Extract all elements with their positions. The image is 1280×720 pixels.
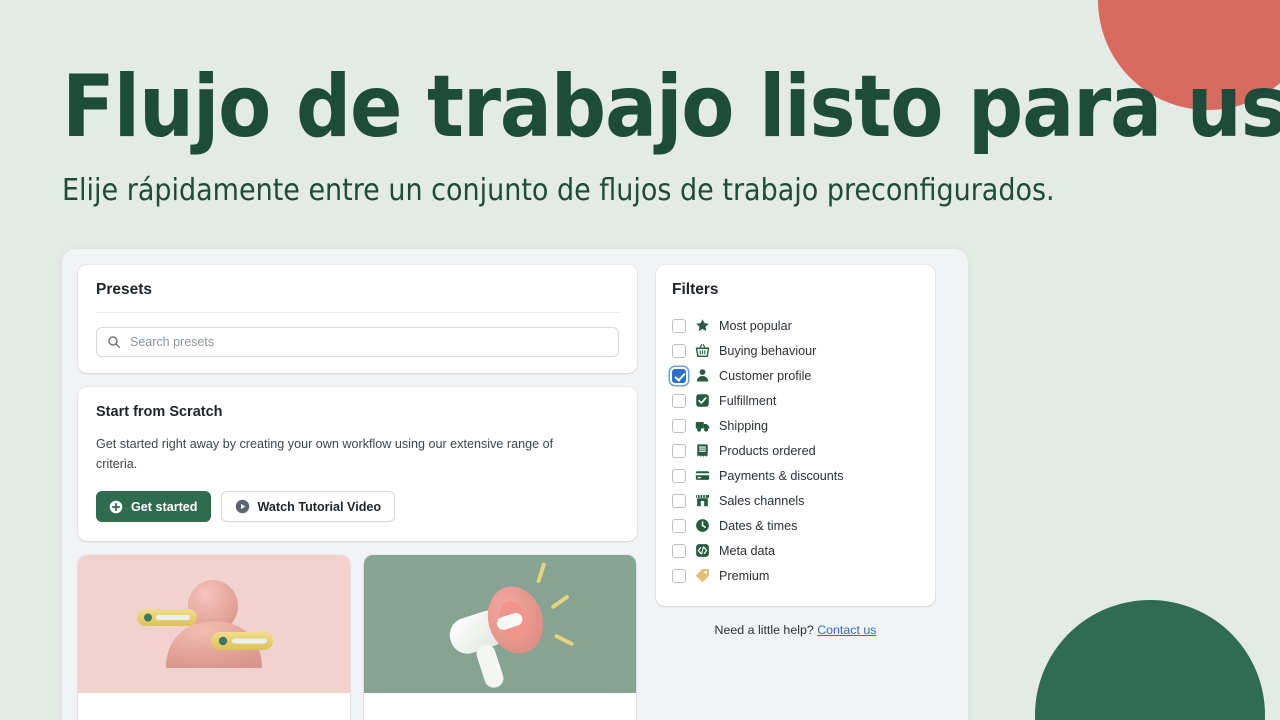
filter-row[interactable]: Fulfillment <box>672 388 919 413</box>
customer-profile-thumbnail <box>78 555 350 694</box>
filter-row[interactable]: Customer profile <box>672 363 919 388</box>
get-started-label: Get started <box>131 499 198 514</box>
check-square-icon <box>696 394 709 407</box>
filter-label: Customer profile <box>719 368 812 383</box>
page-subtitle: Elije rápidamente entre un conjunto de f… <box>62 173 1055 208</box>
filter-row[interactable]: Shipping <box>672 413 919 438</box>
truck-icon <box>695 421 710 432</box>
filter-row[interactable]: Dates & times <box>672 513 919 538</box>
filter-row[interactable]: Buying behaviour <box>672 338 919 363</box>
filter-row[interactable]: Payments & discounts <box>672 463 919 488</box>
receipt-icon <box>697 444 708 457</box>
plus-circle-icon <box>109 500 123 513</box>
scratch-button-row: Get started Watch Tutorial Video <box>96 491 619 523</box>
person-icon <box>696 369 709 382</box>
watch-tutorial-button[interactable]: Watch Tutorial Video <box>220 491 396 523</box>
customer-profile-preset-card[interactable] <box>78 555 350 720</box>
filter-label: Shipping <box>719 418 769 433</box>
right-column: Filters Most popular Buying behaviour Cust… <box>656 265 935 720</box>
storefront-icon <box>696 494 709 507</box>
filter-row[interactable]: Most popular <box>672 313 919 338</box>
presets-card: Presets <box>78 265 637 373</box>
code-icon <box>696 544 709 557</box>
star-icon <box>696 319 709 332</box>
filter-row[interactable]: Premium <box>672 563 919 588</box>
filter-label: Fulfillment <box>719 393 777 408</box>
filter-checkbox[interactable] <box>672 443 686 458</box>
search-box[interactable] <box>96 327 619 357</box>
help-section: Need a little help? Contact us <box>656 623 935 637</box>
filter-label: Sales channels <box>719 493 805 508</box>
app-panel: Presets Start from Scratch Get started r… <box>62 249 968 720</box>
filter-checkbox[interactable] <box>672 318 686 333</box>
page-title: Flujo de trabajo listo para usar <box>62 57 1280 157</box>
filter-list: Most popular Buying behaviour Customer pro… <box>672 313 919 588</box>
person-with-tags-illustration <box>137 580 273 669</box>
presets-title: Presets <box>96 281 153 298</box>
filter-checkbox[interactable] <box>672 518 686 533</box>
filter-row[interactable]: Sales channels <box>672 488 919 513</box>
scratch-title: Start from Scratch <box>96 404 223 420</box>
price-tag-icon <box>695 569 709 583</box>
filter-label: Products ordered <box>719 443 816 458</box>
credit-card-icon <box>695 471 710 480</box>
filter-checkbox[interactable] <box>672 568 686 583</box>
megaphone-illustration <box>449 562 574 688</box>
filter-checkbox[interactable] <box>672 393 686 408</box>
start-from-scratch-card: Start from Scratch Get started right awa… <box>78 387 637 542</box>
filter-checkbox[interactable] <box>672 368 686 383</box>
filter-checkbox[interactable] <box>672 343 686 358</box>
filter-checkbox[interactable] <box>672 418 686 433</box>
preset-thumbnail-row <box>78 555 637 720</box>
filter-label: Payments & discounts <box>719 468 844 483</box>
filter-checkbox[interactable] <box>672 543 686 558</box>
filters-title: Filters <box>672 281 719 298</box>
filter-label: Premium <box>719 568 770 583</box>
search-wrapper <box>78 313 637 373</box>
left-column: Presets Start from Scratch Get started r… <box>78 265 637 720</box>
watch-tutorial-label: Watch Tutorial Video <box>257 499 382 514</box>
decorative-green-circle <box>1035 600 1265 720</box>
contact-us-link[interactable]: Contact us <box>817 623 876 637</box>
play-circle-icon <box>235 499 249 514</box>
filter-checkbox[interactable] <box>672 468 686 483</box>
filter-row[interactable]: Products ordered <box>672 438 919 463</box>
filter-label: Meta data <box>719 543 776 558</box>
search-icon <box>108 336 120 348</box>
filter-label: Dates & times <box>719 518 798 533</box>
megaphone-thumbnail <box>364 555 636 694</box>
hero-section: Flujo de trabajo listo para usar Elije r… <box>62 57 1280 210</box>
scratch-description: Get started right away by creating your … <box>96 437 554 471</box>
clock-icon <box>696 519 709 532</box>
get-started-button[interactable]: Get started <box>96 491 211 523</box>
filter-row[interactable]: Meta data <box>672 538 919 563</box>
filter-label: Buying behaviour <box>719 343 817 358</box>
help-text: Need a little help? <box>714 623 814 637</box>
filter-label: Most popular <box>719 318 792 333</box>
megaphone-preset-card[interactable] <box>364 555 636 720</box>
filter-checkbox[interactable] <box>672 493 686 508</box>
basket-icon <box>695 344 710 358</box>
search-input[interactable] <box>130 335 608 349</box>
filters-card: Filters Most popular Buying behaviour Cust… <box>656 265 935 606</box>
